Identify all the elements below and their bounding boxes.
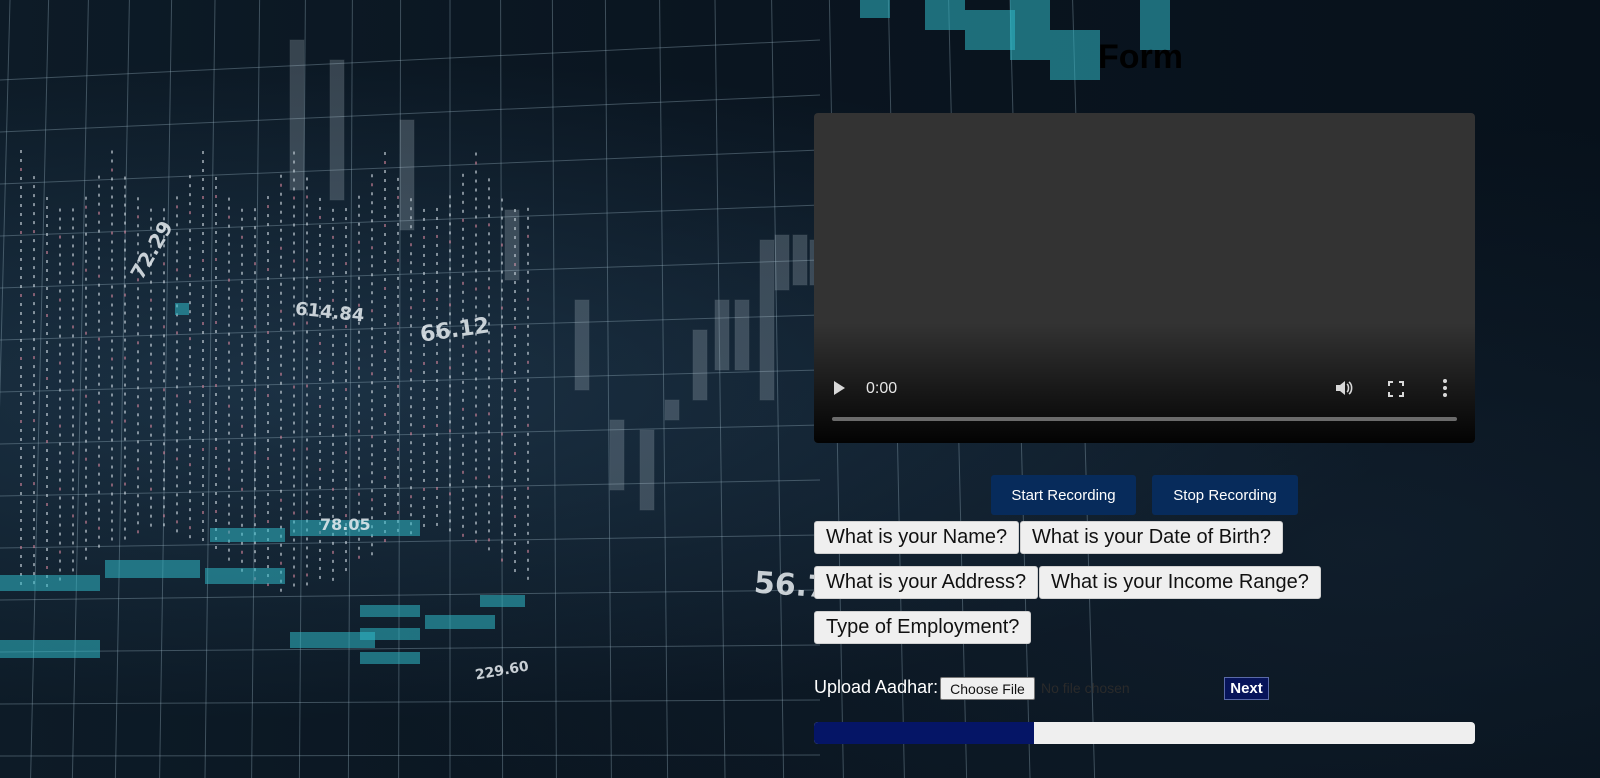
form-progress-bar: [814, 722, 1475, 744]
form-progress-fill: [814, 722, 1035, 744]
upload-aadhar-label: Upload Aadhar:: [814, 677, 939, 697]
question-employment-button[interactable]: Type of Employment?: [814, 611, 1032, 644]
next-button[interactable]: Next: [1224, 677, 1269, 700]
background-number: 78.05: [320, 515, 371, 534]
start-recording-button[interactable]: Start Recording: [991, 475, 1136, 515]
video-player[interactable]: 0:00: [814, 113, 1475, 443]
question-name-button[interactable]: What is your Name?: [814, 521, 1020, 554]
stop-recording-button[interactable]: Stop Recording: [1152, 475, 1298, 515]
play-icon[interactable]: [834, 381, 845, 395]
video-time: 0:00: [866, 380, 898, 397]
file-status-text: No file chosen: [1041, 680, 1130, 696]
question-income-button[interactable]: What is your Income Range?: [1039, 566, 1321, 599]
question-address-button[interactable]: What is your Address?: [814, 566, 1039, 599]
choose-file-button[interactable]: Choose File: [940, 677, 1035, 700]
more-options-icon[interactable]: [1442, 378, 1448, 403]
question-dob-button[interactable]: What is your Date of Birth?: [1020, 521, 1283, 554]
video-progress-bar[interactable]: [832, 417, 1457, 421]
volume-icon[interactable]: [1334, 379, 1354, 402]
fullscreen-icon[interactable]: [1388, 381, 1404, 402]
video-controls-shade: [814, 323, 1475, 443]
page-title: Form: [1098, 38, 1183, 76]
